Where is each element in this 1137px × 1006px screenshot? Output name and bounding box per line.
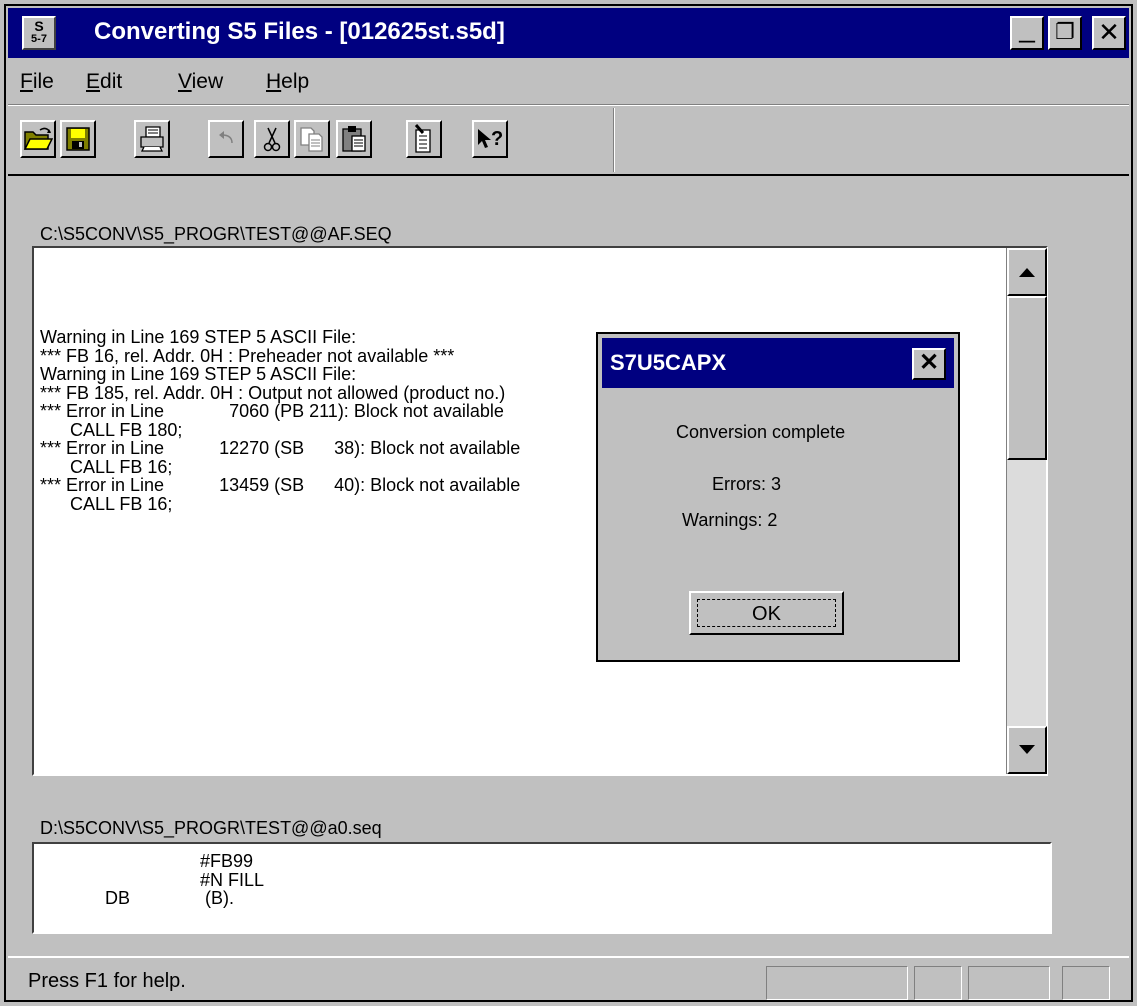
menu-separator xyxy=(8,104,1129,106)
source-path-label: C:\S5CONV\S5_PROGR\TEST@@AF.SEQ xyxy=(40,224,392,244)
cut-button[interactable] xyxy=(254,120,290,158)
ok-button-label: OK xyxy=(697,599,836,627)
ok-button[interactable]: OK xyxy=(689,591,844,635)
menu-file[interactable]: File xyxy=(20,70,54,94)
menu-view-accel: V xyxy=(178,70,192,93)
context-help-button[interactable]: ? xyxy=(472,120,508,158)
conversion-dialog: S7U5CAPX ✕ Conversion complete Errors: 3… xyxy=(596,332,960,662)
dialog-message: Conversion complete xyxy=(676,422,846,442)
print-icon xyxy=(140,126,164,152)
text-line: #FB99 xyxy=(40,851,254,871)
menu-help[interactable]: Help xyxy=(266,70,309,94)
dialog-title: S7U5CAPX xyxy=(610,350,727,375)
edit-document-icon xyxy=(414,124,431,153)
scroll-thumb[interactable] xyxy=(1007,296,1047,460)
scroll-down-button[interactable] xyxy=(1007,726,1047,774)
status-pane-3 xyxy=(968,966,1050,1000)
undo-button[interactable] xyxy=(208,120,244,158)
undo-icon xyxy=(219,131,233,144)
app-icon[interactable]: S 5-7 xyxy=(22,16,56,50)
edit-document-button[interactable] xyxy=(406,120,442,158)
text-line: CALL FB 180; xyxy=(40,419,183,440)
paste-button[interactable] xyxy=(336,120,372,158)
text-line: *** FB 16, rel. Addr. 0H : Preheader not… xyxy=(40,345,455,366)
source-scrollbar[interactable] xyxy=(1006,248,1047,774)
status-text: Press F1 for help. xyxy=(28,970,186,992)
menu-help-label: elp xyxy=(281,70,310,93)
dest-path-label: D:\S5CONV\S5_PROGR\TEST@@a0.seq xyxy=(40,818,382,838)
dest-lines: #FB99 #N FILL DB (B). xyxy=(40,852,264,908)
dialog-errors: Errors: 3 xyxy=(712,474,782,494)
text-line: Warning in Line 169 STEP 5 ASCII File: xyxy=(40,364,357,384)
text-line: CALL FB 16; xyxy=(40,456,173,477)
scroll-up-button[interactable] xyxy=(1007,248,1047,296)
menu-edit-label: dit xyxy=(100,70,123,93)
dest-text-pane[interactable]: #FB99 #N FILL DB (B). xyxy=(32,842,1052,934)
main-window: S 5-7 Converting S5 Files - [012625st.s5… xyxy=(4,4,1133,1002)
save-icon xyxy=(66,127,90,151)
menu-help-accel: H xyxy=(266,70,282,93)
open-button[interactable] xyxy=(20,120,56,158)
toolbar: ? xyxy=(8,108,1129,176)
copy-button[interactable] xyxy=(294,120,330,158)
dialog-warnings: Warnings: 2 xyxy=(682,510,778,530)
menu-view[interactable]: View xyxy=(178,70,223,94)
minimize-button[interactable]: _ xyxy=(1010,14,1044,50)
menu-file-label: ile xyxy=(32,70,54,93)
app-icon-bottom: 5-7 xyxy=(31,33,47,45)
text-line: #N FILL xyxy=(40,869,265,890)
open-folder-icon xyxy=(23,127,53,150)
window-title: Converting S5 Files - [012625st.s5d] xyxy=(94,18,505,45)
text-line: *** Error in Line 13459 (SB 40): Block n… xyxy=(40,475,521,495)
dialog-title-bar[interactable]: S7U5CAPX ✕ xyxy=(602,338,954,388)
text-line: CALL FB 16; xyxy=(40,493,173,514)
text-line: Warning in Line 169 STEP 5 ASCII File: xyxy=(40,327,357,347)
toolbar-divider xyxy=(613,108,615,172)
restore-button[interactable]: ❐ xyxy=(1048,16,1082,50)
arrow-up-icon xyxy=(1019,268,1035,277)
status-pane-2 xyxy=(914,966,962,1000)
menu-edit[interactable]: Edit xyxy=(86,70,122,94)
menu-edit-accel: E xyxy=(86,70,101,93)
status-pane-1 xyxy=(766,966,908,1000)
menu-view-label: iew xyxy=(191,70,224,93)
menu-file-accel: F xyxy=(20,70,33,93)
app-icon-top: S xyxy=(34,18,44,34)
svg-text:?: ? xyxy=(491,128,503,150)
text-line: *** FB 185, rel. Addr. 0H : Output not a… xyxy=(40,382,506,403)
status-pane-4 xyxy=(1062,966,1110,1000)
status-bar: Press F1 for help. xyxy=(8,956,1129,1000)
text-line: *** Error in Line 12270 (SB 38): Block n… xyxy=(40,438,521,458)
dialog-close-button[interactable]: ✕ xyxy=(912,348,946,380)
text-line: DB (B). xyxy=(40,888,235,908)
save-button[interactable] xyxy=(60,120,96,158)
copy-icon xyxy=(300,127,323,152)
print-button[interactable] xyxy=(134,120,170,158)
cut-icon xyxy=(263,127,281,152)
menu-bar: File Edit View Help xyxy=(8,62,1129,106)
source-lines: Warning in Line 169 STEP 5 ASCII File: **… xyxy=(40,328,520,513)
context-help-icon: ? xyxy=(478,128,503,150)
close-button[interactable]: ✕ xyxy=(1092,16,1126,50)
paste-icon xyxy=(342,126,366,152)
arrow-down-icon xyxy=(1019,745,1035,754)
title-bar[interactable]: S 5-7 Converting S5 Files - [012625st.s5… xyxy=(8,8,1129,58)
text-line: *** Error in Line 7060 (PB 211): Block n… xyxy=(40,401,504,421)
